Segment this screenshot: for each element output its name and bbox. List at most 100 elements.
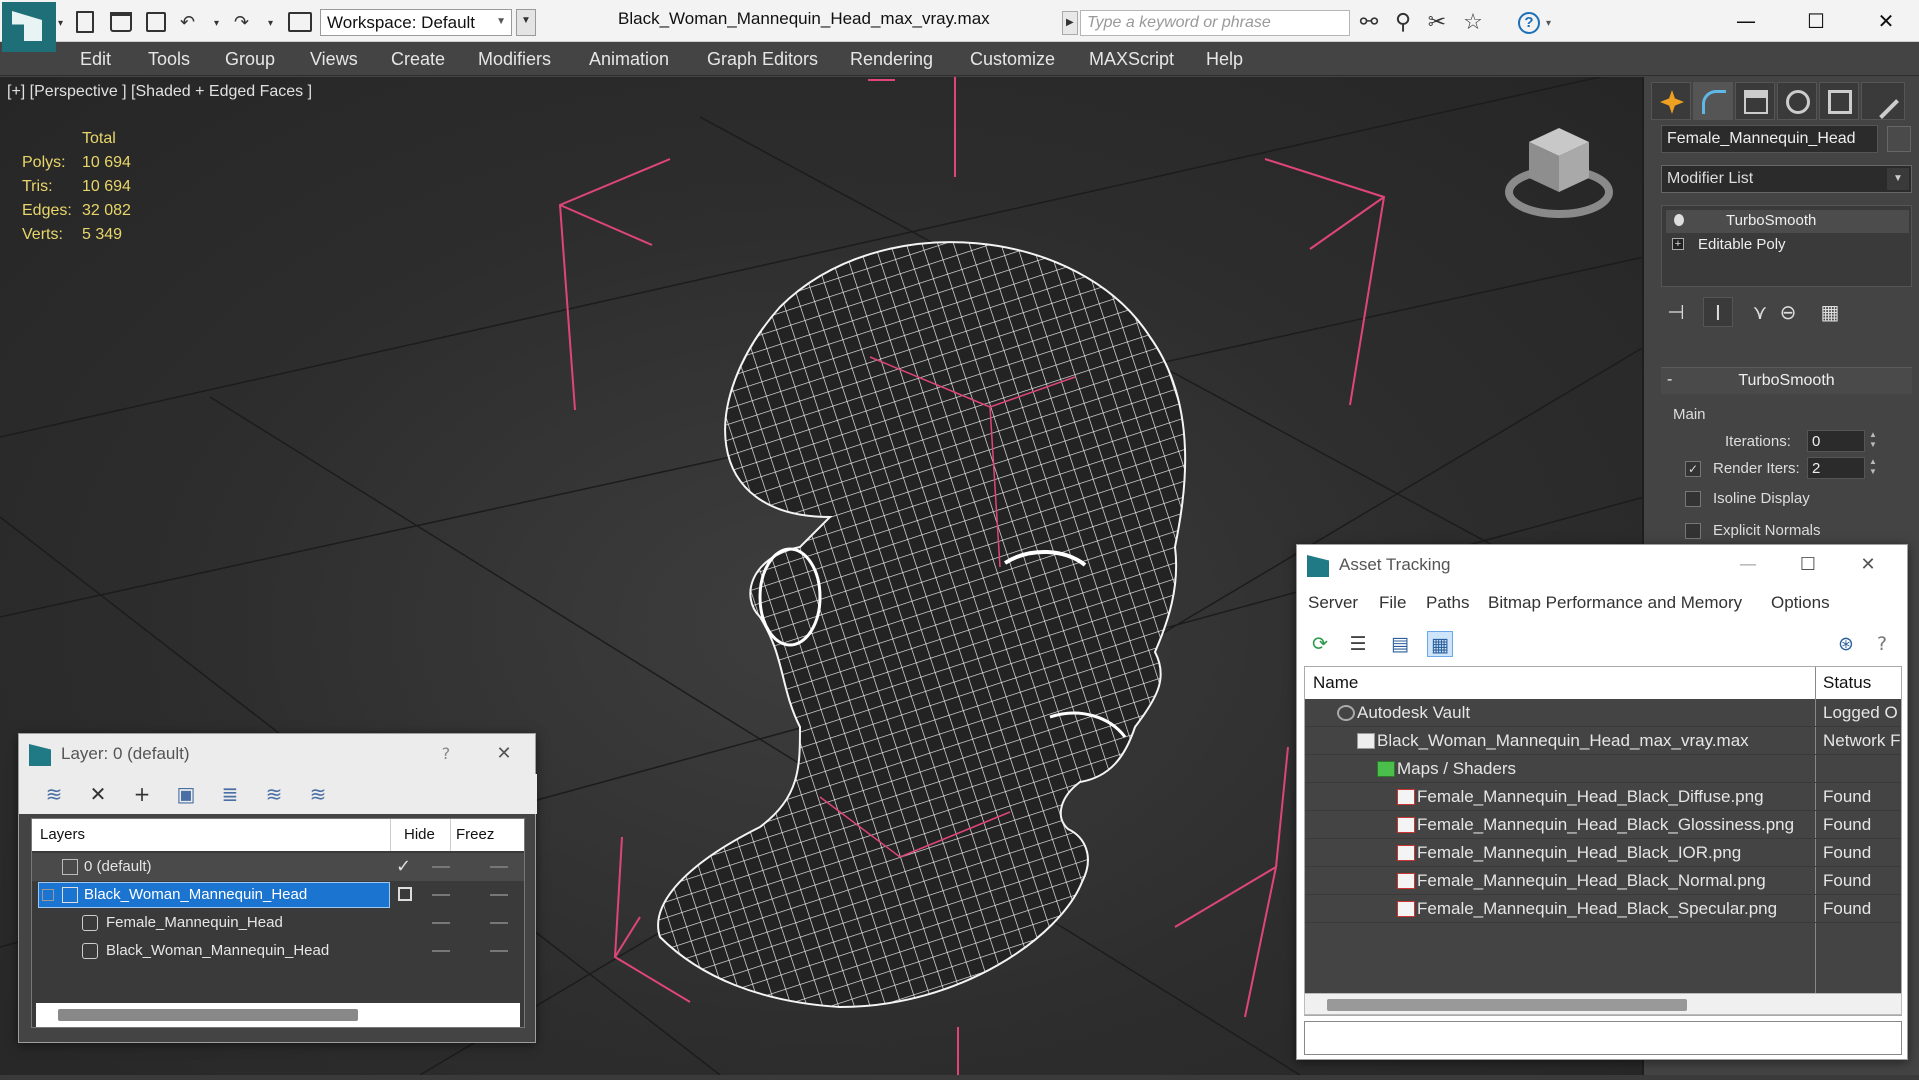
- explicit-normals-checkbox[interactable]: [1685, 523, 1701, 539]
- favorites-star-icon[interactable]: ☆: [1460, 10, 1486, 36]
- maximize-button[interactable]: ☐: [1793, 551, 1823, 579]
- menu-animation[interactable]: Animation: [589, 49, 669, 70]
- stack-item-editable-poly[interactable]: + Editable Poly: [1666, 234, 1909, 257]
- menu-server[interactable]: Server: [1308, 593, 1358, 613]
- stack-item-turbosmooth[interactable]: TurboSmooth: [1666, 210, 1909, 233]
- workspace-menu-button[interactable]: ▼: [516, 9, 536, 36]
- configure-sets-icon[interactable]: ▦: [1815, 297, 1845, 327]
- render-iters-checkbox[interactable]: ✓: [1685, 461, 1701, 477]
- spinner-arrows-icon[interactable]: ▲ ▼: [1867, 457, 1879, 479]
- asset-row-glossiness[interactable]: Female_Mannequin_Head_Black_Glossiness.p…: [1305, 811, 1901, 839]
- add-to-layer-icon[interactable]: +: [129, 782, 155, 806]
- column-hide[interactable]: Hide: [404, 826, 435, 843]
- asset-row-max-file[interactable]: Black_Woman_Mannequin_Head_max_vray.max …: [1305, 727, 1901, 755]
- set-active-box-icon[interactable]: [398, 887, 412, 901]
- layer-row-black-woman[interactable]: Black_Woman_Mannequin_Head: [32, 881, 524, 909]
- collapse-minus-icon[interactable]: [42, 889, 54, 901]
- layer-row-black-woman-object[interactable]: Black_Woman_Mannequin_Head: [32, 937, 524, 965]
- refresh-icon[interactable]: ⟳: [1307, 631, 1333, 657]
- menu-file[interactable]: File: [1379, 593, 1406, 613]
- menu-rendering[interactable]: Rendering: [850, 49, 933, 70]
- create-layer-icon[interactable]: ≋: [41, 782, 67, 806]
- freeze-toggle[interactable]: [490, 866, 508, 868]
- column-freeze[interactable]: Freez: [456, 826, 494, 843]
- menu-customize[interactable]: Customize: [970, 49, 1055, 70]
- column-status[interactable]: Status: [1823, 673, 1871, 693]
- delete-layer-icon[interactable]: ✕: [85, 782, 111, 806]
- active-layer-check-icon[interactable]: ✓: [396, 856, 411, 877]
- search-input[interactable]: Type a keyword or phrase: [1080, 10, 1350, 36]
- scrollbar-thumb[interactable]: [58, 1009, 358, 1021]
- hide-toggle[interactable]: [432, 922, 450, 924]
- asset-row-specular[interactable]: Female_Mannequin_Head_Black_Specular.png…: [1305, 895, 1901, 923]
- tab-motion[interactable]: [1777, 82, 1817, 120]
- select-layer-icon[interactable]: ≣: [217, 782, 243, 806]
- asset-row-maps-folder[interactable]: Maps / Shaders: [1305, 755, 1901, 783]
- undo-icon[interactable]: ↶: [180, 12, 195, 33]
- tab-display[interactable]: [1819, 82, 1859, 120]
- viewport-label[interactable]: [+] [Perspective ] [Shaded + Edged Faces…: [7, 83, 312, 101]
- vault-connect-icon[interactable]: ⊛: [1833, 631, 1859, 657]
- menu-group[interactable]: Group: [225, 49, 275, 70]
- hide-toggle[interactable]: [432, 894, 450, 896]
- lightbulb-icon[interactable]: [1674, 214, 1684, 226]
- hide-toggle[interactable]: [432, 950, 450, 952]
- expand-plus-icon[interactable]: +: [1672, 238, 1684, 250]
- show-end-result-icon[interactable]: I: [1703, 297, 1733, 327]
- scrollbar-thumb[interactable]: [1327, 999, 1687, 1011]
- rollout-header[interactable]: - TurboSmooth: [1661, 368, 1912, 394]
- modifier-list-dropdown[interactable]: Modifier List ▼: [1661, 165, 1912, 193]
- close-button[interactable]: ✕: [1853, 551, 1883, 579]
- spinner-arrows-icon[interactable]: ▲ ▼: [1867, 430, 1879, 452]
- asset-row-vault[interactable]: Autodesk Vault Logged O: [1305, 699, 1901, 727]
- asset-row-normal[interactable]: Female_Mannequin_Head_Black_Normal.png F…: [1305, 867, 1901, 895]
- horizontal-scrollbar[interactable]: [1304, 993, 1902, 1015]
- menu-bitmap-performance[interactable]: Bitmap Performance and Memory: [1488, 593, 1742, 613]
- menu-edit[interactable]: Edit: [80, 49, 111, 70]
- set-current-layer-icon[interactable]: ≋: [261, 782, 287, 806]
- freeze-toggle[interactable]: [490, 894, 508, 896]
- menu-help[interactable]: Help: [1206, 49, 1243, 70]
- viewcube-icon[interactable]: [1505, 122, 1613, 222]
- help-button[interactable]: ?: [431, 740, 461, 768]
- undo-dropdown-icon[interactable]: ▾: [214, 18, 219, 29]
- column-layers[interactable]: Layers: [40, 826, 85, 843]
- new-file-icon[interactable]: [76, 11, 94, 33]
- freeze-toggle[interactable]: [490, 950, 508, 952]
- make-unique-icon[interactable]: ⋎: [1745, 297, 1775, 327]
- pin-stack-icon[interactable]: ⊣: [1661, 297, 1691, 327]
- help-icon[interactable]: ?: [1869, 631, 1895, 657]
- menu-options[interactable]: Options: [1771, 593, 1830, 613]
- menu-views[interactable]: Views: [310, 49, 358, 70]
- redo-icon[interactable]: ↷: [234, 12, 249, 33]
- list-view-icon[interactable]: ☰: [1345, 631, 1371, 657]
- key-icon[interactable]: ⚲: [1390, 10, 1416, 36]
- tab-modify[interactable]: [1693, 82, 1733, 120]
- menu-create[interactable]: Create: [391, 49, 445, 70]
- table-view-icon[interactable]: ▦: [1427, 631, 1453, 657]
- render-iters-spinner[interactable]: 2: [1807, 457, 1865, 479]
- dialog-title-bar[interactable]: Asset Tracking — ☐ ✕: [1297, 545, 1907, 585]
- select-objects-icon[interactable]: ▣: [173, 782, 199, 806]
- hide-unhide-all-icon[interactable]: ≋: [305, 782, 331, 806]
- menu-tools[interactable]: Tools: [148, 49, 190, 70]
- menu-maxscript[interactable]: MAXScript: [1089, 49, 1174, 70]
- app-menu-chevron-icon[interactable]: ▾: [58, 18, 63, 29]
- isoline-display-checkbox[interactable]: [1685, 491, 1701, 507]
- maximize-button[interactable]: ☐: [1796, 6, 1836, 36]
- save-icon[interactable]: [146, 12, 166, 32]
- minimize-button[interactable]: —: [1726, 6, 1766, 36]
- close-button[interactable]: ✕: [489, 740, 519, 768]
- workspace-select[interactable]: Workspace: Default ▼: [320, 9, 512, 36]
- asset-path-field[interactable]: [1304, 1021, 1902, 1055]
- communication-icon[interactable]: ✂: [1424, 10, 1450, 36]
- tab-utilities[interactable]: [1861, 82, 1905, 120]
- minimize-button[interactable]: —: [1733, 551, 1763, 579]
- search-expand-button[interactable]: ▶: [1062, 11, 1078, 35]
- horizontal-scrollbar[interactable]: [36, 1003, 520, 1027]
- object-name-field[interactable]: Female_Mannequin_Head: [1661, 125, 1878, 153]
- binoculars-icon[interactable]: ⚯: [1356, 10, 1382, 36]
- iterations-spinner[interactable]: 0: [1807, 430, 1865, 452]
- remove-modifier-icon[interactable]: ⊖: [1773, 297, 1803, 327]
- redo-dropdown-icon[interactable]: ▾: [268, 18, 273, 29]
